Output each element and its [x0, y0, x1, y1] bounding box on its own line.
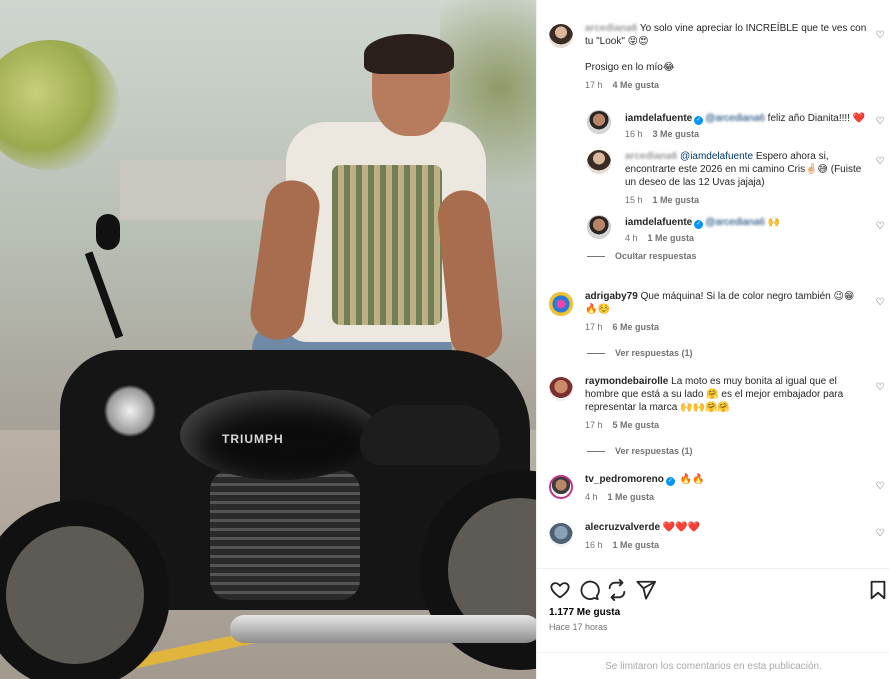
comment-time: 17 h — [585, 80, 603, 90]
handlebar — [84, 251, 124, 339]
view-replies-button[interactable]: Ver respuestas (1) — [587, 446, 693, 456]
post-photo: TRIUMPH — [0, 0, 536, 679]
heart-icon[interactable] — [549, 579, 571, 601]
comment-time: 4 h — [625, 233, 638, 243]
like-comment-heart-icon[interactable]: ♡ — [874, 116, 886, 128]
comment-username[interactable]: arcediana6 — [625, 151, 677, 162]
avatar[interactable] — [549, 475, 573, 499]
comment-text: 🔥🔥 — [679, 474, 705, 485]
like-comment-heart-icon[interactable]: ♡ — [874, 297, 886, 309]
tank-brand-text: TRIUMPH — [222, 432, 284, 446]
comment-text: Espero ahora si, — [755, 151, 829, 162]
avatar[interactable] — [587, 150, 611, 174]
bookmark-icon[interactable] — [867, 579, 889, 601]
comment-likes[interactable]: 1 Me gusta — [608, 492, 655, 502]
comment-text: encontrarte este 2026 en mi camino Cris🤞… — [625, 164, 862, 175]
comment-likes[interactable]: 1 Me gusta — [648, 233, 695, 243]
man-hair — [364, 34, 454, 74]
avatar[interactable] — [587, 110, 611, 134]
like-comment-heart-icon[interactable]: ♡ — [874, 156, 886, 168]
comment-text: un deseo de las 12 Uvas jajaja) — [625, 177, 765, 188]
hide-replies-button[interactable]: Ocultar respuestas — [587, 251, 697, 261]
comment-likes[interactable]: 1 Me gusta — [613, 540, 660, 550]
comment-icon[interactable] — [578, 579, 600, 601]
avatar[interactable] — [549, 24, 573, 48]
comment-text: tu "Look" 😝😍 — [585, 36, 649, 47]
comment-username[interactable]: arcediana6 — [585, 23, 637, 34]
comment-username[interactable]: alecruzvalverde — [585, 522, 660, 533]
comment-time: 4 h — [585, 492, 598, 502]
comment-text: feliz año Dianita!!!! ❤️ — [767, 113, 866, 124]
comment-text: La moto es muy bonita al igual que el — [671, 376, 837, 387]
comment-likes[interactable]: 3 Me gusta — [653, 129, 700, 139]
comment-text: Que máquina! Si la de color negro tambié… — [640, 291, 855, 302]
engine — [210, 470, 360, 600]
headlight — [104, 385, 156, 437]
comment-time: 16 h — [625, 129, 643, 139]
like-comment-heart-icon[interactable]: ♡ — [874, 528, 886, 540]
comment-time: 17 h — [585, 420, 603, 430]
like-comment-heart-icon[interactable]: ♡ — [874, 481, 886, 493]
like-comment-heart-icon[interactable]: ♡ — [874, 382, 886, 394]
comment-text: representar la marca 🙌🙌🤗🤗 — [585, 402, 730, 413]
comment-mention[interactable]: @arcediana6 — [705, 113, 765, 124]
avatar[interactable] — [549, 523, 573, 547]
comment-text: Yo solo vine apreciar lo INCREÍBLE que t… — [639, 23, 867, 34]
comment-username[interactable]: iamdelafuente — [625, 113, 692, 124]
post-like-count[interactable]: 1.177 Me gusta — [549, 607, 620, 618]
comment-text: ❤️❤️❤️ — [662, 522, 701, 533]
comment-likes[interactable]: 4 Me gusta — [613, 80, 660, 90]
verified-badge-icon: ✓ — [694, 116, 704, 125]
comment-likes[interactable]: 1 Me gusta — [653, 195, 700, 205]
comment-username[interactable]: raymondebairolle — [585, 376, 668, 387]
comment-text: 🔥☺️ — [585, 304, 610, 315]
comment-text: hombre que está a su lado 🤗 es el mejor … — [585, 389, 844, 400]
comments-list[interactable]: arcediana6 Yo solo vine apreciar lo INCR… — [537, 0, 889, 568]
mirror — [96, 214, 120, 250]
comment-username[interactable]: adrigaby79 — [585, 291, 638, 302]
comment-text: Prosigo en lo mío😂 — [585, 62, 675, 73]
avatar[interactable] — [549, 377, 573, 401]
verified-badge-icon: ✓ — [694, 220, 704, 229]
like-comment-heart-icon[interactable]: ♡ — [874, 221, 886, 233]
shirt-print — [332, 165, 442, 325]
send-icon[interactable] — [635, 579, 657, 601]
comment-username[interactable]: tv_pedromoreno — [585, 474, 664, 485]
post-actions: 1.177 Me gusta Hace 17 horas Se limitaro… — [537, 568, 889, 679]
comment-username[interactable]: iamdelafuente — [625, 217, 692, 228]
share-icon[interactable] — [606, 579, 628, 601]
exhaust — [230, 615, 536, 643]
like-comment-heart-icon[interactable]: ♡ — [874, 30, 886, 42]
post-time: Hace 17 horas — [549, 622, 608, 632]
comment-time: 15 h — [625, 195, 643, 205]
comment-likes[interactable]: 6 Me gusta — [613, 322, 660, 332]
background-trees — [0, 40, 120, 170]
comment-likes[interactable]: 5 Me gusta — [613, 420, 660, 430]
comment-text: 🙌 — [767, 217, 781, 228]
view-replies-button[interactable]: Ver respuestas (1) — [587, 348, 693, 358]
comments-panel: arcediana6 Yo solo vine apreciar lo INCR… — [536, 0, 889, 679]
comment-time: 17 h — [585, 322, 603, 332]
comment-mention[interactable]: @iamdelafuente — [680, 151, 753, 162]
comment-mention[interactable]: @arcediana6 — [705, 217, 765, 228]
comment-time: 16 h — [585, 540, 603, 550]
seat — [360, 405, 500, 465]
avatar[interactable] — [549, 292, 573, 316]
verified-badge-icon: ✓ — [665, 477, 675, 486]
comments-limited-notice: Se limitaron los comentarios en esta pub… — [537, 652, 889, 675]
avatar[interactable] — [587, 215, 611, 239]
